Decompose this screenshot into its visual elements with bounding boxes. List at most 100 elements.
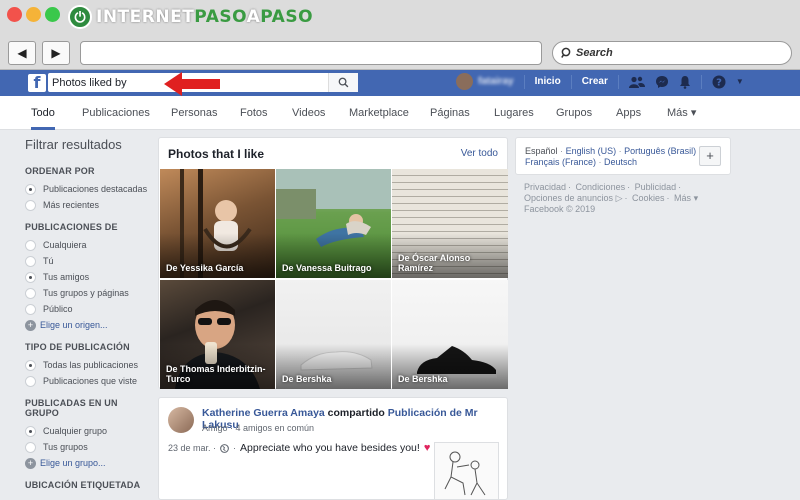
messenger-icon[interactable]	[655, 75, 669, 89]
filter-group: ORDENAR POR Publicaciones destacadas Más r…	[25, 166, 150, 213]
photo-tile[interactable]: De Óscar Alonso Ramírez	[392, 169, 508, 278]
browser-search-field[interactable]: Search	[552, 41, 792, 65]
filter-option-label: Público	[43, 304, 73, 314]
choose-source-link[interactable]: + Elige un origen...	[25, 317, 150, 333]
filter-option-label: Todas las publicaciones	[43, 360, 139, 370]
sketch-illustration-icon	[444, 451, 486, 496]
filter-group: TIPO DE PUBLICACIÓN Todas las publicacion…	[25, 342, 150, 389]
close-window-button[interactable]	[7, 7, 22, 22]
address-bar[interactable]	[80, 41, 542, 65]
tab-more[interactable]: Más ▾	[667, 96, 696, 130]
radio-button[interactable]	[25, 303, 36, 315]
filter-option[interactable]: Tú	[25, 253, 150, 269]
minimize-window-button[interactable]	[26, 7, 41, 22]
dot-separator: ·	[233, 443, 237, 453]
logo-text-part: A	[246, 7, 261, 27]
filter-option[interactable]: Cualquiera	[25, 237, 150, 253]
footer-link[interactable]: Condiciones	[576, 182, 626, 192]
tab-posts[interactable]: Publicaciones	[82, 96, 150, 130]
filter-group-heading: PUBLICADAS EN UN GRUPO	[25, 398, 118, 418]
plus-icon: +	[25, 319, 36, 331]
settings-dropdown-icon[interactable]: ▼	[736, 77, 744, 86]
photo-caption: De Bershka	[398, 374, 448, 384]
filter-group: PUBLICACIONES DE Cualquiera Tú Tus amigos Tu…	[25, 222, 150, 333]
photo-caption: De Vanessa Buitrago	[282, 263, 372, 273]
tab-marketplace[interactable]: Marketplace	[349, 96, 409, 130]
filter-title: Filtrar resultados	[25, 137, 122, 152]
radio-button[interactable]	[25, 425, 36, 437]
tab-videos[interactable]: Videos	[292, 96, 325, 130]
help-icon[interactable]: ?	[712, 75, 726, 89]
avatar	[456, 73, 473, 90]
nav-home-link[interactable]: Inicio	[535, 76, 561, 87]
filter-option[interactable]: Cualquier grupo	[25, 423, 150, 439]
tab-groups[interactable]: Grupos	[556, 96, 592, 130]
notifications-bell-icon[interactable]	[679, 75, 691, 89]
photo-tile[interactable]: De Bershka	[392, 280, 508, 389]
filter-option[interactable]: Público	[25, 301, 150, 317]
post-date[interactable]: 23 de mar. ·	[168, 443, 216, 453]
tab-photos[interactable]: Fotos	[240, 96, 268, 130]
photo-tile[interactable]: De Thomas Inderbitzin-Turco	[160, 280, 275, 389]
language-link[interactable]: Français (France)	[525, 157, 596, 167]
language-link[interactable]: Deutsch	[604, 157, 637, 167]
search-submit-button[interactable]	[328, 73, 358, 92]
footer-links: Privacidad · Condiciones · Publicidad · Opc…	[524, 182, 699, 214]
photo-tile[interactable]: De Yessika García	[160, 169, 275, 278]
choose-source-link[interactable]: + Elige un grupo...	[25, 455, 150, 471]
tab-people[interactable]: Personas	[171, 96, 217, 130]
filter-option[interactable]: Publicaciones destacadas	[25, 181, 150, 197]
profile-link[interactable]: fatairay	[456, 73, 514, 90]
language-current: Español	[525, 146, 558, 156]
tab-apps[interactable]: Apps	[616, 96, 641, 130]
radio-button[interactable]	[25, 359, 36, 371]
tab-places[interactable]: Lugares	[494, 96, 534, 130]
post-body: 23 de mar. · · Appreciate who you have b…	[168, 442, 430, 454]
language-link[interactable]: English (US)	[566, 146, 617, 156]
tab-all[interactable]: Todo	[31, 96, 55, 130]
post-image[interactable]	[434, 442, 499, 500]
nav-create-link[interactable]: Crear	[582, 76, 608, 87]
language-link[interactable]: Português (Brasil)	[624, 146, 696, 156]
radio-button[interactable]	[25, 441, 36, 453]
radio-button[interactable]	[25, 375, 36, 387]
filter-option[interactable]: Tus grupos y páginas	[25, 285, 150, 301]
filter-option[interactable]: Todas las publicaciones	[25, 357, 150, 373]
maximize-window-button[interactable]	[45, 7, 60, 22]
svg-text:?: ?	[716, 77, 722, 88]
photo-tile[interactable]: De Bershka	[276, 280, 391, 389]
ad-choices-icon: ▷	[615, 193, 623, 203]
photo-tile[interactable]: De Vanessa Buitrago	[276, 169, 391, 278]
tab-pages[interactable]: Páginas	[430, 96, 470, 130]
friend-requests-icon[interactable]	[628, 76, 645, 88]
radio-button[interactable]	[25, 199, 36, 211]
footer-link[interactable]: Opciones de anuncios	[524, 193, 613, 203]
filter-option-label: Tus grupos	[43, 442, 88, 452]
radio-button[interactable]	[25, 271, 36, 283]
logo-mark-icon: ⏻	[68, 5, 92, 29]
filter-option-label: Publicaciones destacadas	[43, 184, 148, 194]
filter-option[interactable]: Tus grupos	[25, 439, 150, 455]
radio-button[interactable]	[25, 183, 36, 195]
footer-link[interactable]: Publicidad	[635, 182, 677, 192]
add-language-button[interactable]: +	[699, 146, 721, 166]
globe-icon	[220, 443, 229, 453]
post-relation: Amigo · 4 amigos en común	[202, 423, 315, 433]
avatar[interactable]	[168, 407, 194, 433]
filter-option[interactable]: Tus amigos	[25, 269, 150, 285]
radio-button[interactable]	[25, 239, 36, 251]
footer-link[interactable]: Cookies	[632, 193, 665, 203]
divider	[700, 74, 702, 89]
facebook-logo[interactable]: f	[28, 74, 46, 92]
profile-name: fatairay	[478, 76, 514, 87]
radio-button[interactable]	[25, 287, 36, 299]
back-button[interactable]: ◀	[8, 41, 36, 65]
filter-option[interactable]: Más recientes	[25, 197, 150, 213]
footer-link[interactable]: Más	[674, 193, 691, 203]
post-author-link[interactable]: Katherine Guerra Amaya	[202, 407, 325, 419]
see-all-link[interactable]: Ver todo	[461, 148, 498, 159]
filter-option[interactable]: Publicaciones que viste	[25, 373, 150, 389]
forward-button[interactable]: ▶	[42, 41, 70, 65]
radio-button[interactable]	[25, 255, 36, 267]
footer-link[interactable]: Privacidad	[524, 182, 566, 192]
